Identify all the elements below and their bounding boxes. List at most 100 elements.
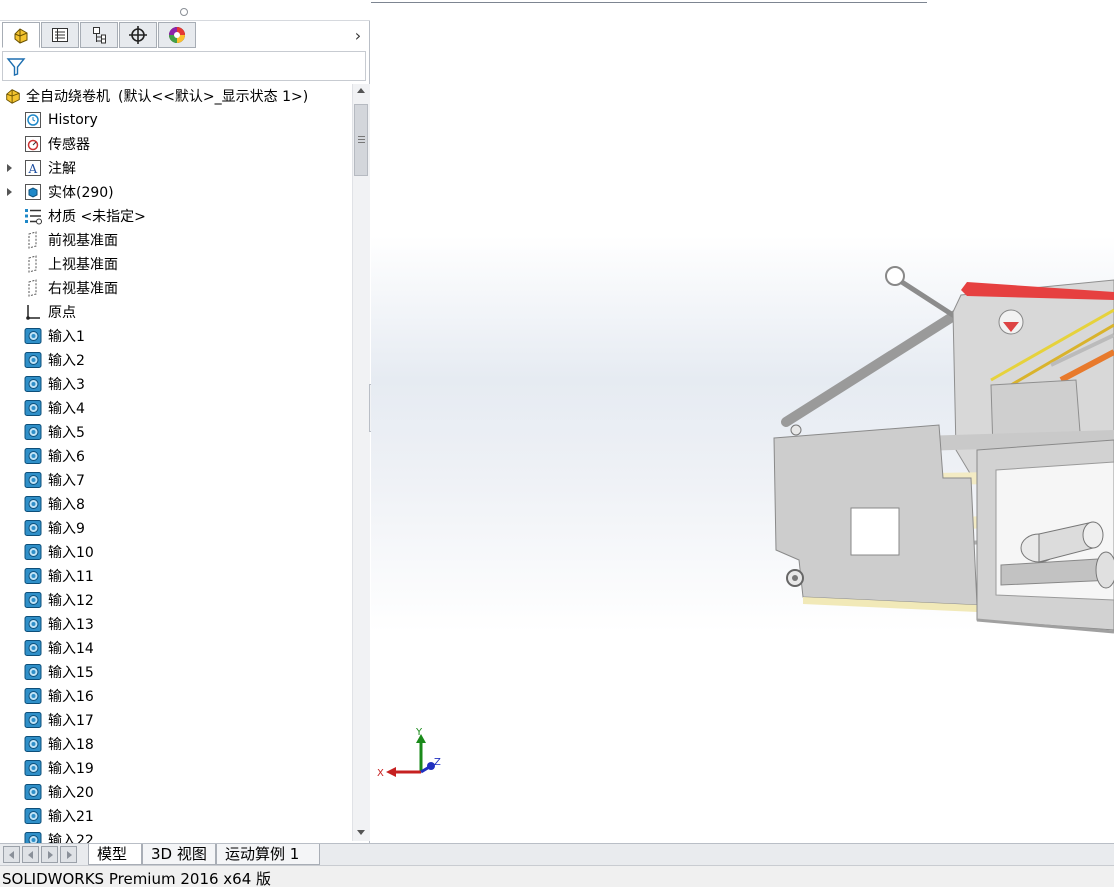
configuration-icon	[93, 27, 106, 44]
tree-item-label: 输入9	[48, 521, 85, 537]
tree-item[interactable]: 输入1	[24, 324, 85, 348]
imported-body-icon	[24, 832, 42, 843]
tree-item[interactable]: 输入19	[24, 756, 94, 780]
tree-item-label: 输入16	[48, 689, 94, 705]
tree-item-label: 输入3	[48, 377, 85, 393]
imported-body-icon	[24, 328, 42, 344]
tree-item[interactable]: 材质 <未指定>	[24, 204, 146, 228]
tree-item[interactable]: 输入3	[24, 372, 85, 396]
scroll-up-arrow-icon[interactable]	[357, 88, 365, 93]
tree-item[interactable]: 输入2	[24, 348, 85, 372]
nav-first-button[interactable]	[3, 846, 20, 863]
nav-next-button[interactable]	[41, 846, 58, 863]
triad-z-label: Z	[434, 757, 441, 768]
property-list-icon	[52, 28, 68, 42]
graphics-viewport[interactable]	[371, 0, 1114, 843]
part-feature-icon	[14, 28, 28, 44]
bottom-tab[interactable]: 3D 视图	[142, 844, 216, 865]
nav-last-button[interactable]	[60, 846, 77, 863]
tree-expand-arrow-icon[interactable]	[7, 164, 12, 172]
imported-body-icon	[24, 664, 42, 680]
bottom-tab[interactable]: 运动算例 1	[216, 844, 320, 865]
tree-item-label: 传感器	[48, 137, 90, 153]
tree-item[interactable]: 输入21	[24, 804, 94, 828]
tree-item[interactable]: 右视基准面	[24, 276, 118, 300]
feature-tree-filter[interactable]	[2, 51, 366, 81]
imported-body-icon	[24, 640, 42, 656]
color-wheel-icon	[169, 27, 185, 43]
tree-item-label: 前视基准面	[48, 233, 118, 249]
tree-item[interactable]: 输入5	[24, 420, 85, 444]
tree-item[interactable]: 传感器	[24, 132, 90, 156]
tree-item[interactable]: 输入18	[24, 732, 94, 756]
tree-item[interactable]: 输入6	[24, 444, 85, 468]
tree-expand-arrow-icon[interactable]	[7, 188, 12, 196]
tree-item[interactable]: 输入17	[24, 708, 94, 732]
scroll-thumb[interactable]	[354, 104, 368, 176]
tree-item[interactable]: 前视基准面	[24, 228, 118, 252]
crosshair-icon	[129, 26, 147, 44]
panel-resize-grip-icon[interactable]	[180, 8, 188, 16]
tree-item-label: 上视基准面	[48, 257, 118, 273]
tree-item[interactable]: 输入7	[24, 468, 85, 492]
tab-configurationmanager[interactable]	[80, 22, 118, 48]
imported-body-icon	[24, 400, 42, 416]
nav-previous-button[interactable]	[22, 846, 39, 863]
bottom-tab[interactable]: 模型	[88, 844, 142, 865]
tree-item-label: 输入18	[48, 737, 94, 753]
history-icon	[25, 112, 41, 128]
tree-item-label: 输入10	[48, 545, 94, 561]
imported-body-icon	[24, 496, 42, 512]
tree-item-label: 输入5	[48, 425, 85, 441]
tree-item[interactable]: 输入16	[24, 684, 94, 708]
tree-item[interactable]: 输入13	[24, 612, 94, 636]
imported-body-icon	[24, 592, 42, 608]
part-configuration: (默认<<默认>_显示状态 1>)	[118, 89, 309, 105]
triad-y-label: Y	[415, 727, 423, 738]
tree-item-label: 输入2	[48, 353, 85, 369]
tree-item-label: 输入13	[48, 617, 94, 633]
tree-item-label: 输入6	[48, 449, 85, 465]
filter-funnel-icon[interactable]	[6, 57, 26, 77]
tree-item[interactable]: History	[24, 108, 98, 132]
imported-body-icon	[24, 376, 42, 392]
tree-item-label: 输入17	[48, 713, 94, 729]
tree-item-label: 输入22	[48, 833, 94, 843]
tree-item[interactable]: 输入9	[24, 516, 85, 540]
tree-item-label: 输入12	[48, 593, 94, 609]
imported-body-icon	[24, 424, 42, 440]
imported-body-icon	[24, 544, 42, 560]
tree-item-label: 输入14	[48, 641, 94, 657]
tree-item[interactable]: 原点	[24, 300, 76, 324]
tree-item[interactable]: 输入20	[24, 780, 94, 804]
tree-item[interactable]: 输入8	[24, 492, 85, 516]
tree-item-label: 输入21	[48, 809, 94, 825]
tree-item[interactable]: 输入10	[24, 540, 94, 564]
tab-propertymanager[interactable]	[41, 22, 79, 48]
tree-item[interactable]: 输入11	[24, 564, 94, 588]
tree-item[interactable]: 上视基准面	[24, 252, 118, 276]
tree-root-part[interactable]: 全自动绕卷机 (默认<<默认>_显示状态 1>)	[4, 84, 308, 108]
tree-item[interactable]: 输入14	[24, 636, 94, 660]
tree-item[interactable]: 输入22	[24, 828, 94, 843]
tree-item[interactable]: 输入4	[24, 396, 85, 420]
machine-model-render[interactable]	[371, 0, 1114, 843]
imported-body-icon	[24, 472, 42, 488]
tree-item[interactable]: 输入15	[24, 660, 94, 684]
reference-triad: Y X Z	[377, 727, 441, 779]
imported-body-icon	[24, 352, 42, 368]
tree-item-label: 输入20	[48, 785, 94, 801]
tree-item[interactable]: 输入12	[24, 588, 94, 612]
tree-item[interactable]: 实体(290)	[24, 180, 114, 204]
tree-item[interactable]: A 注解	[24, 156, 76, 180]
scroll-down-arrow-icon[interactable]	[357, 830, 365, 835]
status-text: SOLIDWORKS Premium 2016 x64 版	[2, 870, 272, 888]
feature-tree: 全自动绕卷机 (默认<<默认>_显示状态 1>) History 传感器 A 注解 实体…	[0, 82, 352, 843]
tab-featuremanager[interactable]	[2, 22, 40, 48]
tree-scrollbar[interactable]	[352, 84, 370, 841]
more-tabs-chevron-icon[interactable]: ›	[350, 26, 366, 46]
tab-dimxpertmanager[interactable]	[119, 22, 157, 48]
part-icon	[6, 89, 20, 104]
tree-item-label: 输入7	[48, 473, 85, 489]
tab-displaymanager[interactable]	[158, 22, 196, 48]
